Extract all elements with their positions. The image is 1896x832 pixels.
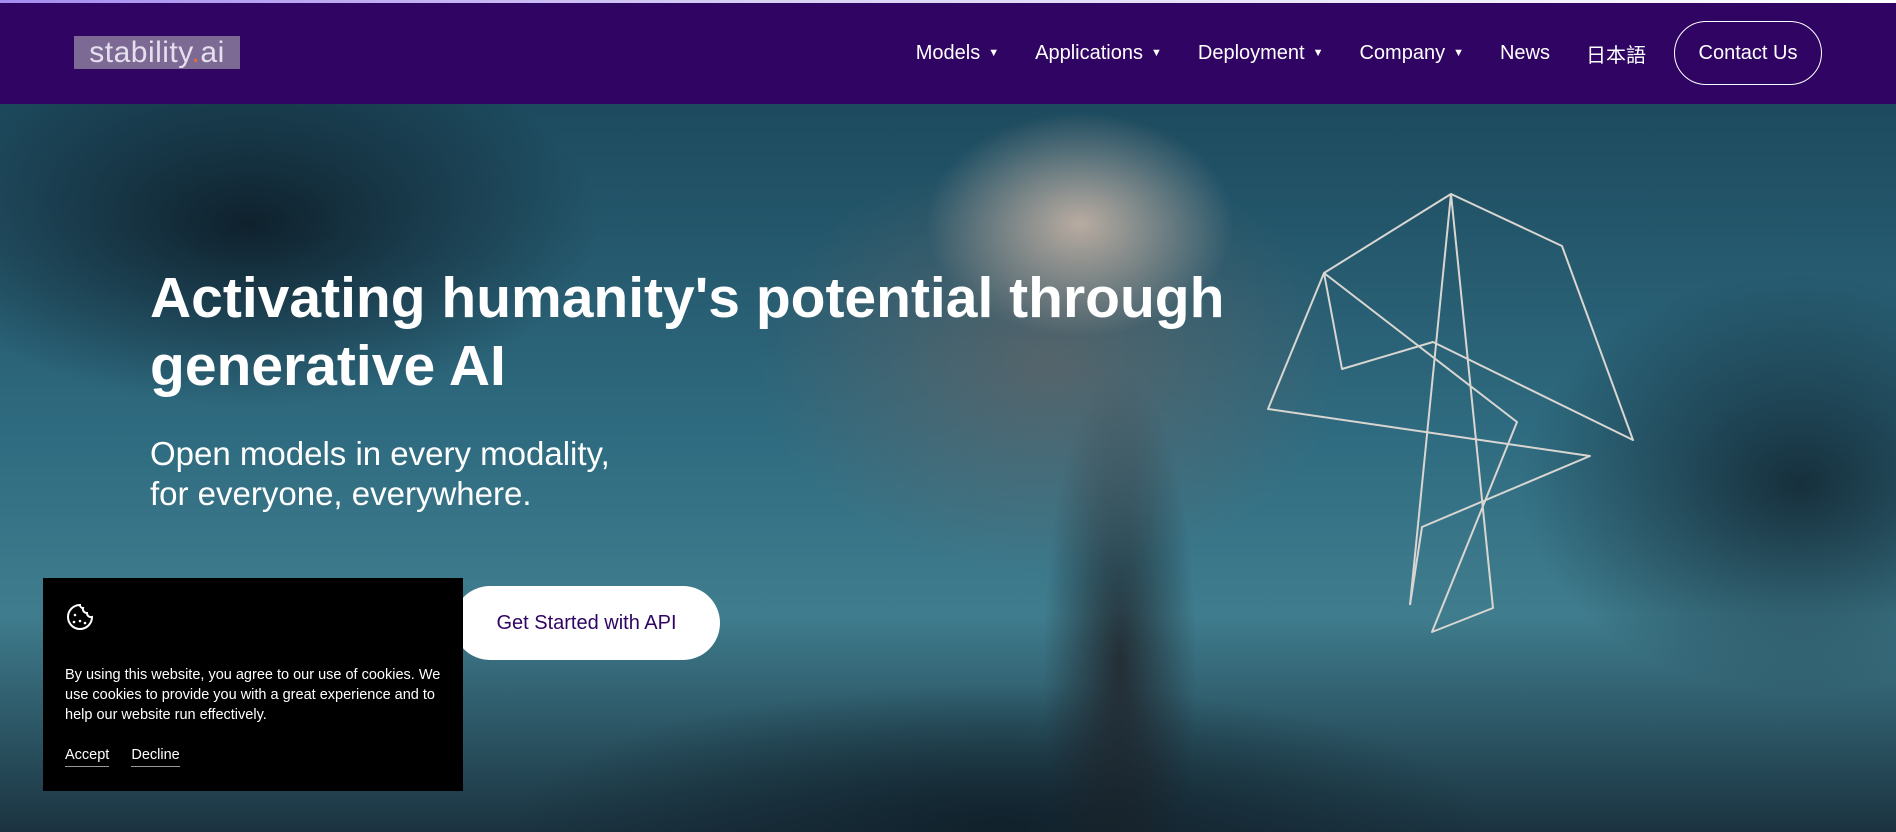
stability-logo[interactable]: stability.ai <box>74 36 240 69</box>
main-nav: Models ▼ Applications ▼ Deployment ▼ Compan… <box>916 21 1822 85</box>
caret-down-icon: ▼ <box>1453 47 1464 59</box>
site-header: stability.ai Models ▼ Applications ▼ Deplo… <box>0 3 1896 104</box>
contact-us-button[interactable]: Contact Us <box>1674 21 1822 85</box>
nav-news[interactable]: News <box>1500 42 1550 65</box>
nav-japanese[interactable]: 日本語 <box>1586 39 1646 68</box>
cookie-text: By using this website, you agree to our … <box>65 667 441 723</box>
cookie-banner: By using this website, you agree to our … <box>43 578 463 791</box>
nav-deployment[interactable]: Deployment ▼ <box>1198 42 1324 65</box>
nav-models[interactable]: Models ▼ <box>916 42 999 65</box>
nav-company[interactable]: Company ▼ <box>1359 42 1464 65</box>
accept-cookies-button[interactable]: Accept <box>65 747 110 767</box>
nav-applications[interactable]: Applications ▼ <box>1035 42 1162 65</box>
decline-cookies-button[interactable]: Decline <box>131 747 180 767</box>
hero-subtitle: Open models in every modality, for every… <box>150 435 610 512</box>
cookie-icon <box>67 603 94 630</box>
caret-down-icon: ▼ <box>1150 47 1162 59</box>
hero-headline: Activating humanity's potential through … <box>150 266 1225 398</box>
get-started-api-button[interactable]: Get Started with API <box>453 586 720 660</box>
caret-down-icon: ▼ <box>988 47 1000 59</box>
caret-down-icon: ▼ <box>1312 47 1324 59</box>
